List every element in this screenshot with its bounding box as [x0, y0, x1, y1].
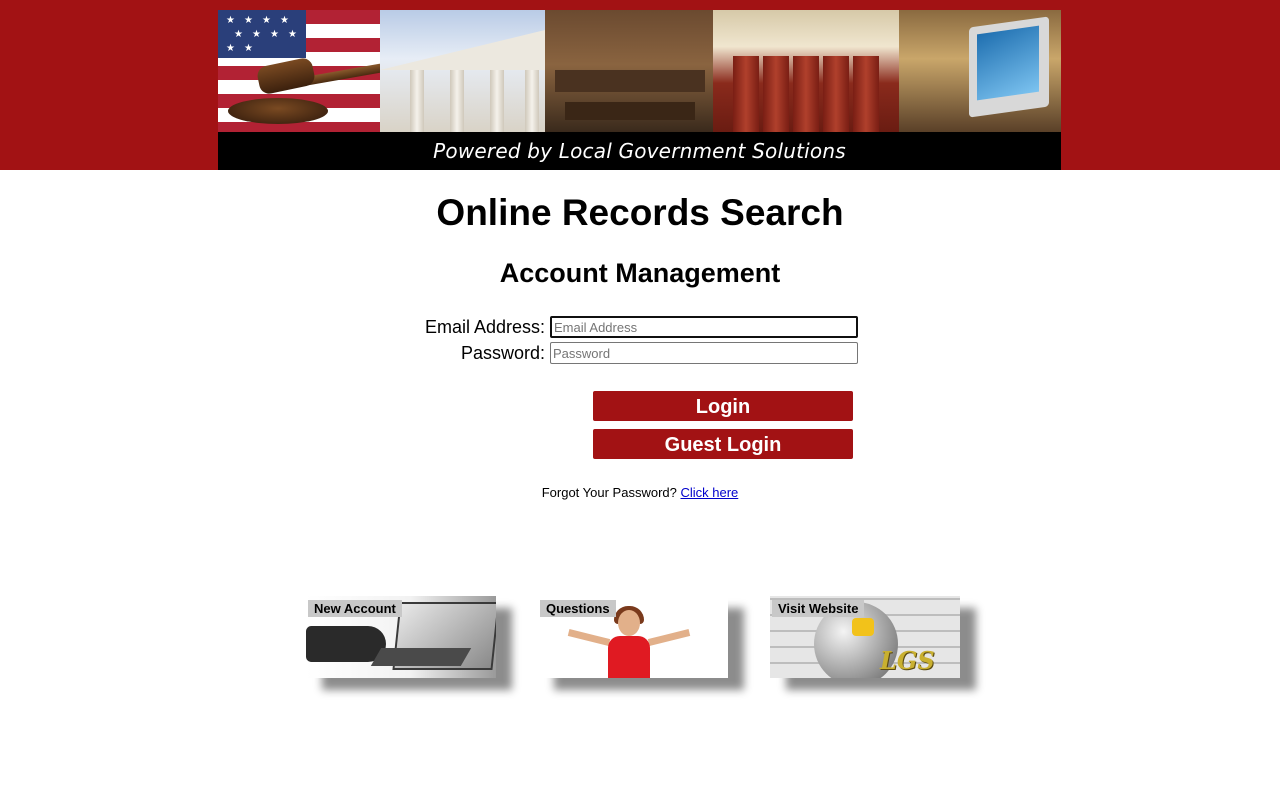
password-field[interactable] — [550, 342, 858, 364]
computers-image — [899, 10, 1061, 132]
header-bar: ★ ★ ★ ★ ★ ★ ★ ★ ★ ★ Powered by Local Gov… — [0, 0, 1280, 170]
courtroom-image — [545, 10, 713, 132]
email-field[interactable] — [550, 316, 858, 338]
law-books-image — [713, 10, 899, 132]
section-title: Account Management — [499, 258, 781, 288]
visit-website-tile[interactable]: LGS Visit Website — [770, 596, 960, 678]
visit-website-label: Visit Website — [772, 600, 865, 617]
forgot-password-link[interactable]: Click here — [680, 485, 738, 500]
login-button[interactable]: Login — [593, 391, 853, 421]
forgot-password-prompt: Forgot Your Password? — [541, 485, 677, 500]
email-label: Email Address: — [424, 316, 545, 337]
laptop-typing-image — [306, 626, 386, 662]
new-account-label: New Account — [308, 600, 402, 617]
page-title: Online Records Search — [436, 192, 844, 233]
password-row: Password: — [345, 342, 858, 364]
new-account-tile[interactable]: New Account — [306, 596, 496, 678]
password-label: Password: — [460, 342, 545, 363]
guest-login-button[interactable]: Guest Login — [593, 429, 853, 459]
courthouse-image — [380, 10, 545, 132]
banner-image-strip: ★ ★ ★ ★ ★ ★ ★ ★ ★ ★ — [218, 10, 1061, 132]
header-banner: ★ ★ ★ ★ ★ ★ ★ ★ ★ ★ Powered by Local Gov… — [218, 10, 1061, 170]
questions-tile[interactable]: Questions — [538, 596, 728, 678]
shrugging-woman-image — [608, 636, 650, 678]
questions-label: Questions — [540, 600, 616, 617]
lgs-logo-text: LGS — [880, 646, 935, 675]
forgot-password: Forgot Your Password? Click here — [0, 485, 1280, 500]
flag-gavel-image: ★ ★ ★ ★ ★ ★ ★ ★ ★ ★ — [218, 10, 380, 132]
email-row: Email Address: — [345, 316, 858, 338]
header-tagline: Powered by Local Government Solutions — [433, 139, 846, 163]
